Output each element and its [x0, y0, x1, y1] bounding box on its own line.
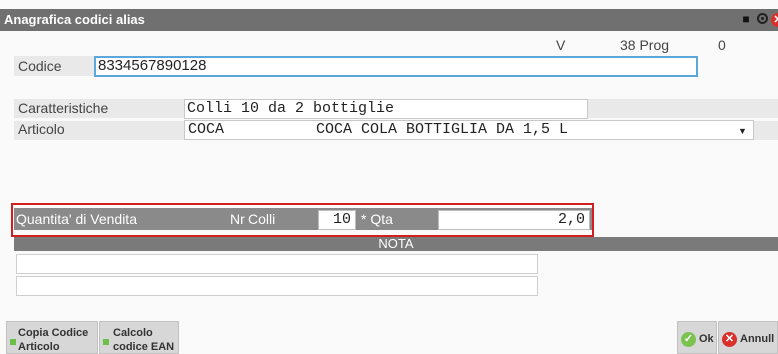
cancel-icon: ✕ [722, 332, 737, 347]
ok-button[interactable]: ✓ Ok [677, 321, 717, 354]
radio-icon[interactable] [754, 11, 770, 27]
caratteristiche-label: Caratteristiche [18, 100, 109, 116]
copia-line2: Articolo [18, 341, 60, 353]
copia-codice-articolo-button[interactable]: Copia Codice Articolo [6, 321, 98, 354]
calcolo-line1: Calcolo [113, 327, 153, 339]
alias-codes-window: Anagrafica codici alias ■ ✕ V 38 Prog 0 … [0, 0, 778, 354]
green-square-icon [10, 339, 16, 345]
title-bar: Anagrafica codici alias ■ ✕ [0, 9, 778, 31]
calcolo-line2: codice EAN [113, 341, 175, 353]
window-title: Anagrafica codici alias [4, 12, 145, 27]
ok-label: Ok [699, 333, 714, 345]
nota-line-2[interactable] [16, 276, 538, 296]
articolo-select[interactable]: COCA COCA COLA BOTTIGLIA DA 1,5 L ▼ [184, 120, 754, 140]
close-icon[interactable]: ✕ [770, 11, 778, 27]
caratteristiche-input[interactable]: Colli 10 da 2 bottiglie [184, 99, 588, 119]
green-square-icon [103, 339, 109, 345]
nota-line-1[interactable] [16, 254, 538, 274]
calcolo-codice-ean-button[interactable]: Calcolo codice EAN [99, 321, 179, 354]
annulla-button[interactable]: ✕ Annull [718, 321, 778, 354]
check-icon: ✓ [681, 332, 696, 347]
articolo-description: COCA COLA BOTTIGLIA DA 1,5 L [316, 121, 569, 138]
nota-header: NOTA [14, 237, 778, 251]
v-label: V [556, 37, 566, 53]
prog-value: 0 [718, 37, 726, 53]
pin-icon[interactable]: ■ [738, 11, 754, 27]
prog-label: 38 Prog [620, 37, 670, 53]
codice-label: Codice [18, 58, 62, 74]
articolo-label: Articolo [18, 121, 65, 137]
dropdown-icon[interactable]: ▼ [738, 122, 747, 140]
articolo-code: COCA [188, 121, 225, 138]
copia-line1: Copia Codice [18, 327, 89, 339]
nota-label: NOTA [378, 237, 414, 251]
annulla-label: Annull [740, 333, 775, 345]
highlight-frame [11, 203, 594, 237]
codice-input[interactable]: 8334567890128 [94, 56, 698, 77]
